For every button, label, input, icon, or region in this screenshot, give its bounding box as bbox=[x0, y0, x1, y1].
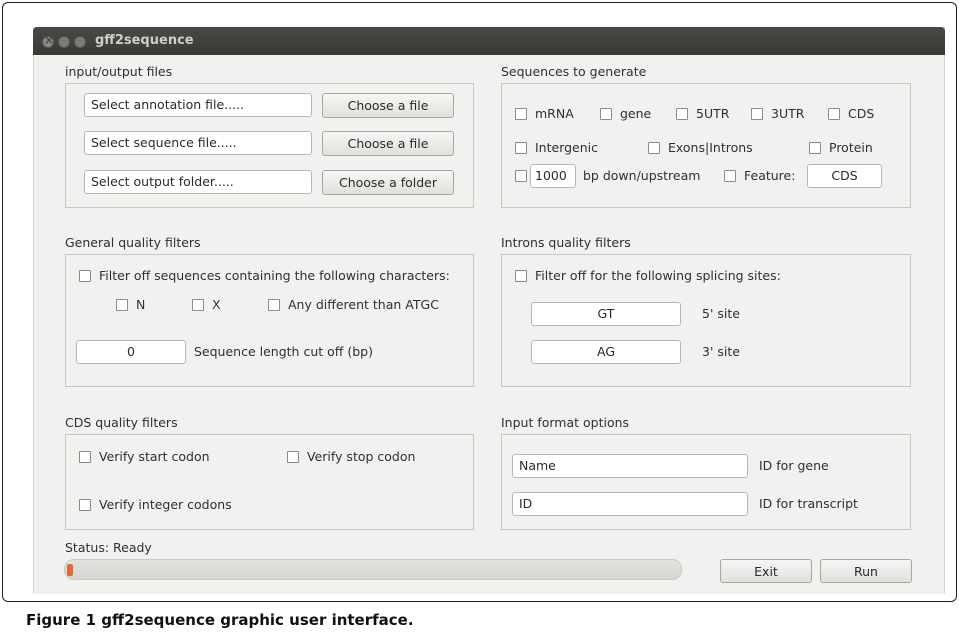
gene-label: gene bbox=[620, 106, 652, 121]
maximize-icon[interactable] bbox=[74, 36, 86, 48]
utr3-label: 3UTR bbox=[771, 106, 805, 121]
caption-text: Figure 1 gff2sequence graphic user inter… bbox=[26, 611, 414, 629]
progress-bar bbox=[64, 559, 682, 580]
format-section-title: Input format options bbox=[501, 415, 630, 430]
choose-sequence-button[interactable]: Choose a file bbox=[322, 131, 454, 156]
cds-section-title: CDS quality filters bbox=[65, 415, 178, 430]
mrna-label: mRNA bbox=[535, 106, 574, 121]
choose-annotation-button[interactable]: Choose a file bbox=[322, 93, 454, 118]
cds-checkbox[interactable] bbox=[828, 108, 840, 120]
stop-codon-checkbox[interactable] bbox=[287, 451, 299, 463]
exit-button[interactable]: Exit bbox=[720, 559, 812, 583]
site5-label: 5' site bbox=[702, 306, 740, 321]
integer-codons-label: Verify integer codons bbox=[99, 497, 232, 512]
transcript-id-field[interactable]: ID bbox=[512, 492, 748, 516]
utr5-label: 5UTR bbox=[696, 106, 730, 121]
filter-chars-checkbox[interactable] bbox=[79, 270, 91, 282]
intergenic-label: Intergenic bbox=[535, 140, 599, 155]
output-folder-field[interactable]: Select output folder..... bbox=[84, 170, 312, 194]
exons-introns-checkbox[interactable] bbox=[648, 142, 660, 154]
utr5-checkbox[interactable] bbox=[676, 108, 688, 120]
figure-caption: Figure 1 gff2sequence graphic user inter… bbox=[26, 611, 414, 629]
start-codon-label: Verify start codon bbox=[99, 449, 210, 464]
intergenic-checkbox[interactable] bbox=[515, 142, 527, 154]
window-title: gff2sequence bbox=[95, 33, 194, 48]
start-codon-checkbox[interactable] bbox=[79, 451, 91, 463]
choose-folder-button[interactable]: Choose a folder bbox=[322, 170, 454, 195]
minimize-icon[interactable] bbox=[58, 36, 70, 48]
filter-chars-label: Filter off sequences containing the foll… bbox=[99, 268, 450, 283]
x-checkbox[interactable] bbox=[192, 299, 204, 311]
n-checkbox[interactable] bbox=[116, 299, 128, 311]
site3-label: 3' site bbox=[702, 344, 740, 359]
introns-section-title: Introns quality filters bbox=[501, 235, 631, 250]
stop-codon-label: Verify stop codon bbox=[307, 449, 416, 464]
n-label: N bbox=[136, 297, 146, 312]
length-cutoff-label: Sequence length cut off (bp) bbox=[194, 344, 373, 359]
close-icon[interactable] bbox=[42, 33, 54, 48]
gene-id-field[interactable]: Name bbox=[512, 454, 748, 478]
flank-checkbox[interactable] bbox=[515, 170, 527, 182]
splicing-filter-checkbox[interactable] bbox=[515, 270, 527, 282]
general-section-title: General quality filters bbox=[65, 235, 201, 250]
annotation-file-field[interactable]: Select annotation file..... bbox=[84, 93, 312, 117]
exons-introns-label: Exons|Introns bbox=[668, 140, 753, 155]
flank-bp-field[interactable]: 1000 bbox=[530, 164, 576, 188]
splicing-filter-label: Filter off for the following splicing si… bbox=[535, 268, 781, 283]
site5-field[interactable]: GT bbox=[531, 302, 681, 326]
sequence-file-field[interactable]: Select sequence file..... bbox=[84, 131, 312, 155]
seqgen-section-title: Sequences to generate bbox=[501, 64, 647, 79]
run-button[interactable]: Run bbox=[820, 559, 912, 583]
x-label: X bbox=[212, 297, 221, 312]
mrna-checkbox[interactable] bbox=[515, 108, 527, 120]
gene-checkbox[interactable] bbox=[600, 108, 612, 120]
integer-codons-checkbox[interactable] bbox=[79, 499, 91, 511]
any-checkbox[interactable] bbox=[268, 299, 280, 311]
any-label: Any different than ATGC bbox=[288, 297, 439, 312]
status-text: Status: Ready bbox=[65, 540, 152, 555]
utr3-checkbox[interactable] bbox=[751, 108, 763, 120]
feature-label: Feature: bbox=[744, 168, 796, 183]
feature-checkbox[interactable] bbox=[724, 170, 736, 182]
progress-fill bbox=[67, 564, 73, 576]
site3-field[interactable]: AG bbox=[531, 340, 681, 364]
protein-label: Protein bbox=[829, 140, 873, 155]
flank-bp-label: bp down/upstream bbox=[583, 168, 701, 183]
length-cutoff-field[interactable]: 0 bbox=[76, 340, 186, 364]
title-bar: gff2sequence bbox=[33, 27, 945, 55]
transcript-id-label: ID for transcript bbox=[759, 496, 858, 511]
io-section-title: input/output files bbox=[65, 64, 173, 79]
protein-checkbox[interactable] bbox=[809, 142, 821, 154]
cds-label: CDS bbox=[848, 106, 875, 121]
feature-field[interactable]: CDS bbox=[807, 164, 882, 188]
gene-id-label: ID for gene bbox=[759, 458, 829, 473]
